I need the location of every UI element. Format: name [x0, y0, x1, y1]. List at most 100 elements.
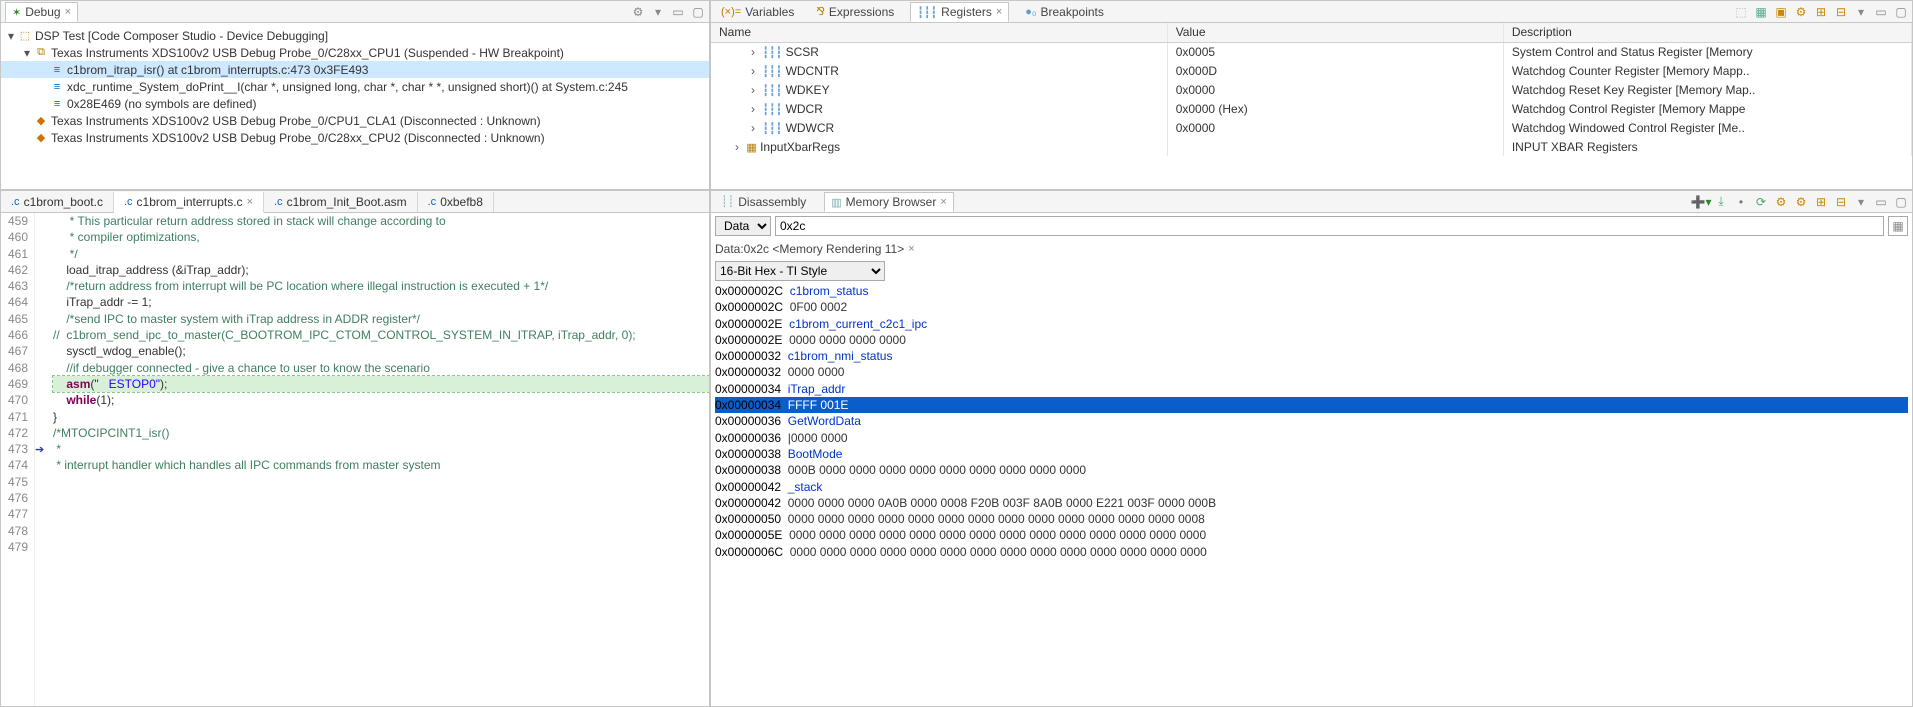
registers-body[interactable]: Name Value Description › ┇┇┇ SCSR0x0005S…	[711, 23, 1912, 189]
editor-tab[interactable]: .cc1brom_boot.c	[1, 192, 114, 212]
tab-expressions[interactable]: ⅋ Expressions	[810, 3, 900, 21]
editor-tab[interactable]: .cc1brom_Init_Boot.asm	[264, 192, 418, 212]
memory-line[interactable]: 0x00000036 GetWordData	[715, 413, 1908, 429]
memory-line[interactable]: 0x00000032 c1brom_nmi_status	[715, 348, 1908, 364]
menu-icon[interactable]: ▾	[1854, 5, 1868, 19]
maximize-icon[interactable]: ▢	[691, 5, 705, 19]
config2-icon[interactable]: ⚙	[1794, 195, 1808, 209]
memory-line[interactable]: 0x00000038 000B 0000 0000 0000 0000 0000…	[715, 462, 1908, 478]
twistie-icon[interactable]: ›	[747, 121, 759, 135]
maximize-icon[interactable]: ▢	[1894, 195, 1908, 209]
source-code[interactable]: * This particular return address stored …	[49, 213, 709, 706]
memory-line[interactable]: 0x00000034 FFFF 001E	[715, 397, 1908, 413]
new-tab-icon[interactable]: ⊞	[1814, 195, 1828, 209]
menu-icon[interactable]: ▾	[1854, 195, 1868, 209]
register-row[interactable]: › ┇┇┇ WDWCR0x0000Watchdog Windowed Contr…	[711, 118, 1912, 137]
code-line[interactable]: /*return address from interrupt will be …	[53, 278, 709, 294]
memory-line[interactable]: 0x00000032 0000 0000	[715, 364, 1908, 380]
code-line[interactable]: * compiler optimizations,	[53, 229, 709, 245]
memory-line[interactable]: 0x00000042 _stack	[715, 479, 1908, 495]
tree-row[interactable]: ◆Texas Instruments XDS100v2 USB Debug Pr…	[1, 129, 709, 146]
tree-row[interactable]: ▾⧉Texas Instruments XDS100v2 USB Debug P…	[1, 44, 709, 61]
memory-line[interactable]: 0x0000002E 0000 0000 0000 0000	[715, 332, 1908, 348]
maximize-icon[interactable]: ▢	[1894, 5, 1908, 19]
memory-line[interactable]: 0x00000050 0000 0000 0000 0000 0000 0000…	[715, 511, 1908, 527]
twistie-icon[interactable]: ›	[747, 64, 759, 78]
memory-format-select[interactable]: 16-Bit Hex - TI Style	[715, 261, 885, 281]
config1-icon[interactable]: ⚙	[1774, 195, 1788, 209]
memory-line[interactable]: 0x0000002E c1brom_current_c2c1_ipc	[715, 316, 1908, 332]
code-line[interactable]: sysctl_wdog_enable();	[53, 343, 709, 359]
col-desc[interactable]: Description	[1503, 23, 1911, 42]
twistie-icon[interactable]: ›	[747, 83, 759, 97]
close-icon[interactable]: ×	[908, 243, 914, 255]
new-rendering-icon[interactable]: ➕▾	[1694, 195, 1708, 209]
code-line[interactable]: while(1);	[53, 392, 709, 408]
new-tab-icon[interactable]: ⊟	[1834, 5, 1848, 19]
memory-line[interactable]: 0x00000036 |0000 0000	[715, 430, 1908, 446]
memory-line[interactable]: 0x0000002C c1brom_status	[715, 283, 1908, 299]
code-line[interactable]: */	[53, 246, 709, 262]
code-line[interactable]: *	[53, 441, 709, 457]
twistie-icon[interactable]: ▾	[21, 46, 33, 60]
close-icon[interactable]: ×	[940, 196, 946, 208]
tab-debug[interactable]: ✶ Debug ×	[5, 2, 78, 22]
memory-line[interactable]: 0x0000002C 0F00 0002	[715, 299, 1908, 315]
new-tab-button[interactable]: ▦	[1888, 216, 1908, 236]
code-line[interactable]: }	[53, 409, 709, 425]
code-line[interactable]: /*MTOCIPCINT1_isr()	[53, 425, 709, 441]
remove-all-icon[interactable]: ⚙	[631, 5, 645, 19]
tab-variables[interactable]: (×)= Variables	[715, 3, 800, 21]
col-name[interactable]: Name	[711, 23, 1167, 42]
tab-disassembly[interactable]: ┊┊ Disassembly	[715, 193, 812, 211]
code-line[interactable]: asm(" ESTOP0");	[53, 376, 709, 392]
register-row[interactable]: › ┇┇┇ SCSR0x0005System Control and Statu…	[711, 42, 1912, 61]
memory-dump[interactable]: 0x0000002C c1brom_status0x0000002C 0F00 …	[711, 283, 1912, 706]
minimize-icon[interactable]: ▭	[671, 5, 685, 19]
refresh-icon[interactable]: ⚙	[1794, 5, 1808, 19]
code-line[interactable]: load_itrap_address (&iTrap_addr);	[53, 262, 709, 278]
tab-memory-browser[interactable]: ▥ Memory Browser ×	[824, 192, 954, 212]
tab-breakpoints[interactable]: ●₀ Breakpoints	[1019, 3, 1110, 21]
memory-line[interactable]: 0x0000005E 0000 0000 0000 0000 0000 0000…	[715, 527, 1908, 543]
editor-tab[interactable]: .cc1brom_interrupts.c ×	[114, 192, 264, 213]
tree-row[interactable]: ◆Texas Instruments XDS100v2 USB Debug Pr…	[1, 112, 709, 129]
tree-row[interactable]: ≡0x28E469 (no symbols are defined)	[1, 95, 709, 112]
register-row[interactable]: › ┇┇┇ WDCR0x0000 (Hex)Watchdog Control R…	[711, 99, 1912, 118]
close-icon[interactable]: ×	[65, 6, 71, 18]
register-group-row[interactable]: › ▦ InputXbarRegsINPUT XBAR Registers	[711, 137, 1912, 156]
twistie-icon[interactable]: ▾	[5, 29, 17, 43]
code-line[interactable]: /*send IPC to master system with iTrap a…	[53, 311, 709, 327]
link-icon[interactable]: •	[1734, 195, 1748, 209]
memory-address-input[interactable]	[775, 216, 1884, 236]
pin-icon[interactable]: ⊞	[1814, 5, 1828, 19]
close-icon[interactable]: ×	[996, 6, 1002, 18]
import-icon[interactable]: ⤓	[1714, 195, 1728, 209]
close-icon[interactable]: ×	[247, 196, 253, 208]
code-line[interactable]: iTrap_addr -= 1;	[53, 294, 709, 310]
twistie-icon[interactable]: ›	[747, 102, 759, 116]
debug-tree-body[interactable]: ▾⬚DSP Test [Code Composer Studio - Devic…	[1, 23, 709, 189]
tree-row[interactable]: ≡c1brom_itrap_isr() at c1brom_interrupts…	[1, 61, 709, 78]
memory-rendering-tab[interactable]: Data:0x2c <Memory Rendering 11> ×	[711, 239, 1912, 259]
tab-registers[interactable]: ┇┇┇ Registers ×	[910, 2, 1009, 22]
memory-line[interactable]: 0x00000038 BootMode	[715, 446, 1908, 462]
minimize-icon[interactable]: ▭	[1874, 5, 1888, 19]
code-line[interactable]: * This particular return address stored …	[53, 213, 709, 229]
code-line[interactable]: //if debugger connected - give a chance …	[53, 360, 709, 376]
tree-row[interactable]: ▾⬚DSP Test [Code Composer Studio - Devic…	[1, 27, 709, 44]
memory-line[interactable]: 0x0000006C 0000 0000 0000 0000 0000 0000…	[715, 544, 1908, 560]
tree-row[interactable]: ≡xdc_runtime_System_doPrint__I(char *, u…	[1, 78, 709, 95]
memory-space-select[interactable]: Data	[715, 216, 771, 236]
register-row[interactable]: › ┇┇┇ WDCNTR0x000DWatchdog Counter Regis…	[711, 61, 1912, 80]
code-line[interactable]: // c1brom_send_ipc_to_master(C_BOOTROM_I…	[53, 327, 709, 343]
twistie-icon[interactable]: ›	[731, 140, 743, 154]
show-logical-icon[interactable]: ▦	[1754, 5, 1768, 19]
col-value[interactable]: Value	[1167, 23, 1503, 42]
show-type-icon[interactable]: ⬚	[1734, 5, 1748, 19]
register-row[interactable]: › ┇┇┇ WDKEY0x0000Watchdog Reset Key Regi…	[711, 80, 1912, 99]
menu-icon[interactable]: ▾	[651, 5, 665, 19]
collapse-icon[interactable]: ▣	[1774, 5, 1788, 19]
minimize-icon[interactable]: ▭	[1874, 195, 1888, 209]
editor-tab[interactable]: .c0xbefb8	[418, 192, 494, 212]
